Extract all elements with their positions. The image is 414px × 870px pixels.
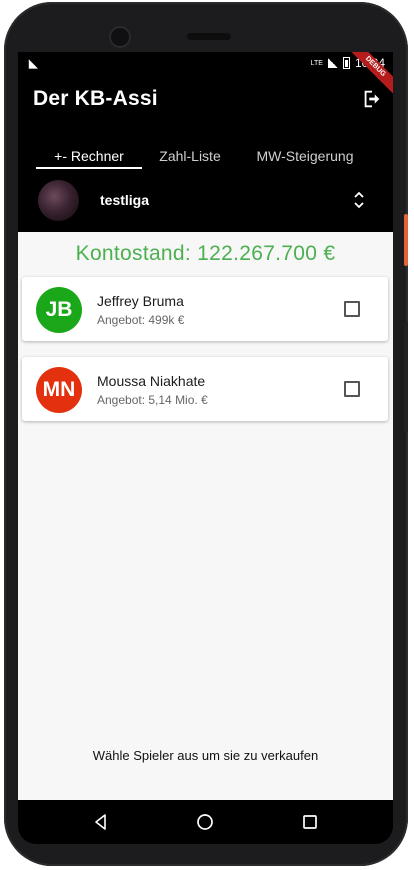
status-bar: ◣ LTE 10:24	[18, 52, 393, 74]
account-balance: Kontostand: 122.267.700 €	[75, 242, 336, 265]
network-type: LTE	[310, 59, 323, 67]
tab-rechner[interactable]: +- Rechner	[36, 148, 142, 164]
notification-icon: ◣	[29, 58, 38, 70]
league-selector[interactable]: testliga	[18, 176, 393, 228]
side-button-long	[404, 322, 408, 432]
player-offer: Angebot: 5,14 Mio. €	[97, 393, 208, 407]
app-title: Der KB-Assi	[33, 87, 158, 110]
logout-icon[interactable]	[361, 88, 383, 110]
side-button	[404, 214, 408, 266]
home-circle-icon[interactable]	[194, 811, 216, 833]
tab-mw-steigerung[interactable]: MW-Steigerung	[240, 148, 370, 164]
unfold-icon[interactable]	[353, 190, 365, 210]
player-avatar: JB	[36, 287, 82, 333]
player-card[interactable]: MN Moussa Niakhate Angebot: 5,14 Mio. €	[22, 357, 388, 421]
player-select-checkbox[interactable]	[344, 301, 360, 317]
league-name: testliga	[100, 192, 150, 208]
signal-icon	[327, 58, 338, 68]
player-name: Jeffrey Bruma	[97, 293, 184, 309]
recent-square-icon[interactable]	[299, 811, 321, 833]
app-screen: ◣ LTE 10:24 DEBUG Der KB-Assi +- Rechner…	[18, 52, 393, 800]
earpiece-speaker	[187, 33, 231, 40]
player-select-checkbox[interactable]	[344, 381, 360, 397]
system-nav-bar	[18, 800, 393, 844]
selection-hint: Wähle Spieler aus um sie zu verkaufen	[92, 748, 319, 763]
player-card[interactable]: JB Jeffrey Bruma Angebot: 499k €	[22, 277, 388, 341]
main-content: Kontostand: 122.267.700 € JB Jeffrey Bru…	[18, 232, 393, 800]
tab-zahl-liste[interactable]: Zahl-Liste	[144, 148, 236, 164]
back-triangle-icon[interactable]	[90, 811, 112, 833]
battery-icon	[342, 57, 350, 69]
player-offer: Angebot: 499k €	[97, 313, 185, 327]
active-tab-indicator	[36, 167, 142, 169]
player-name: Moussa Niakhate	[97, 373, 206, 389]
league-avatar	[38, 180, 79, 221]
front-camera	[111, 28, 129, 46]
player-avatar: MN	[36, 367, 82, 413]
